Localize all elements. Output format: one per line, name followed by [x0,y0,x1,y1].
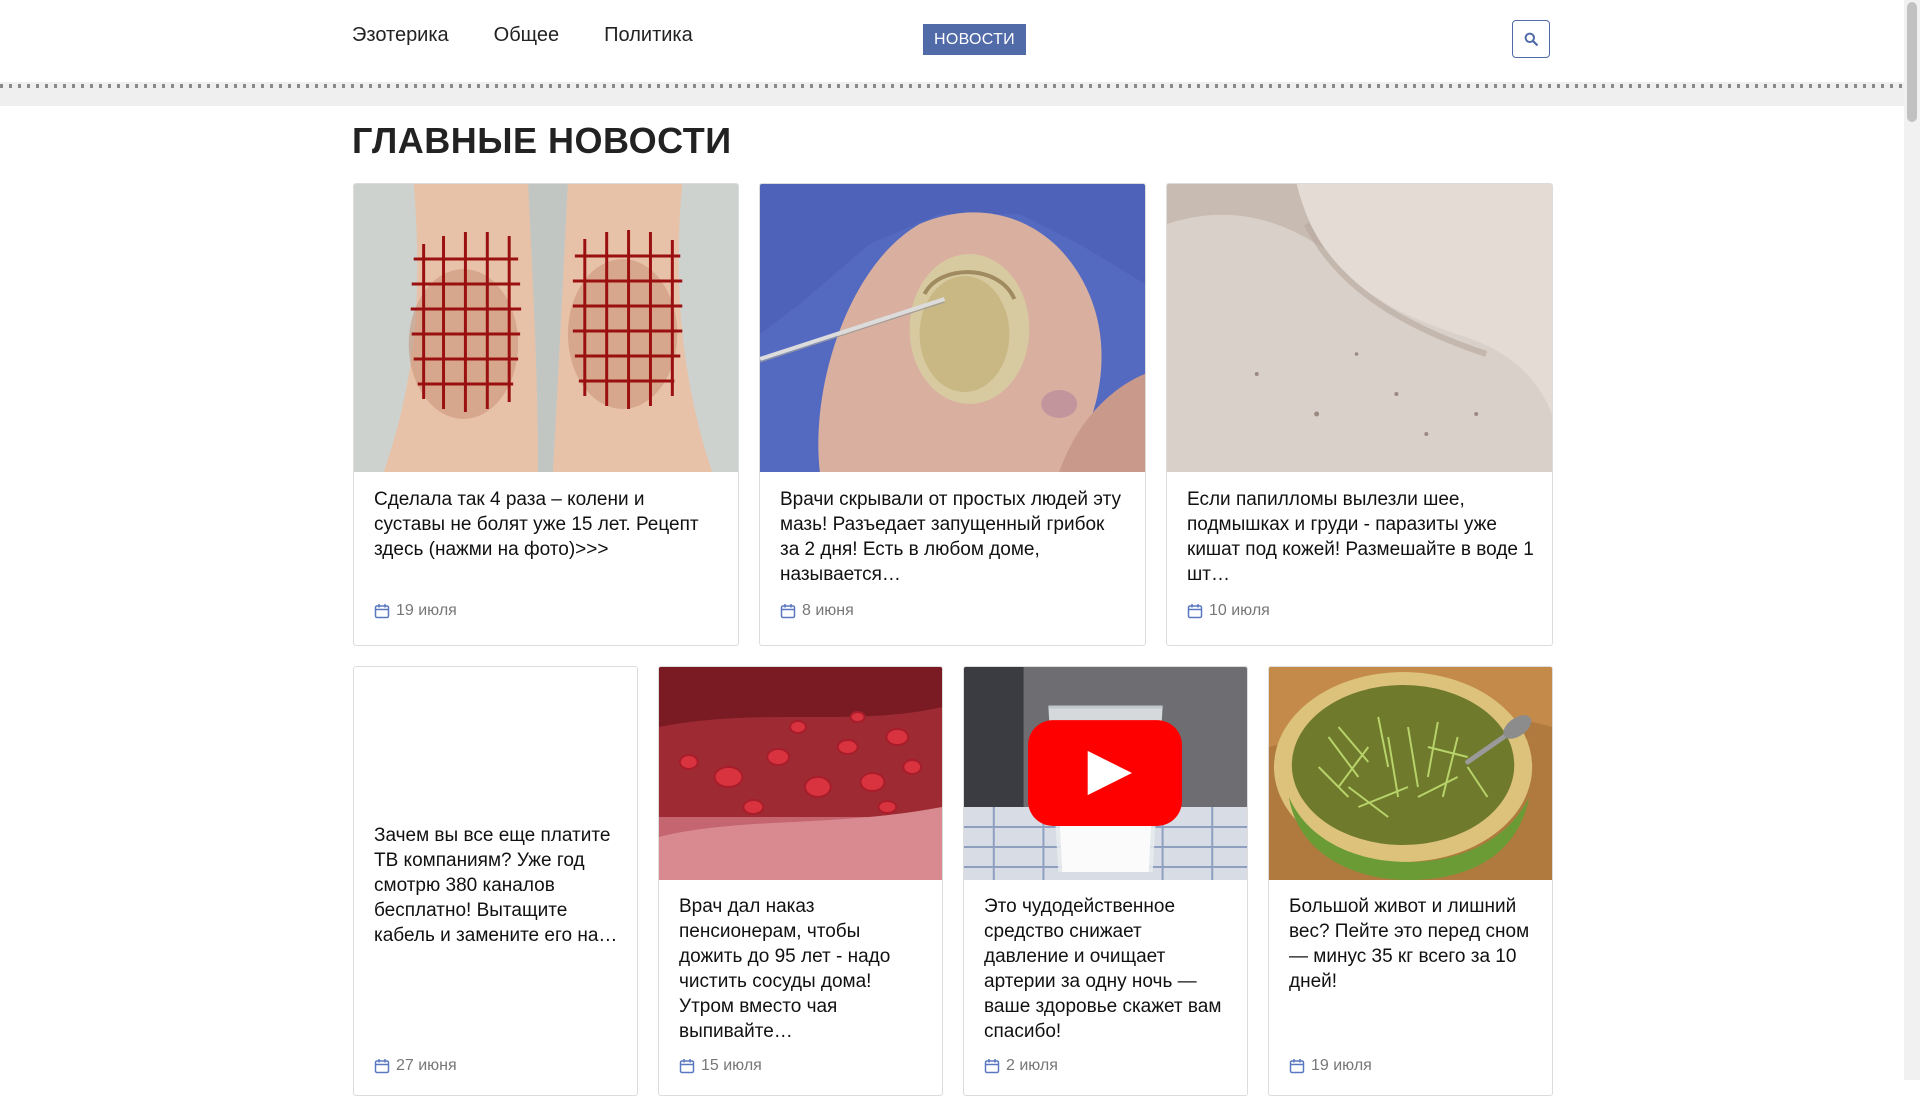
card-date-text: 19 июля [1311,1057,1372,1074]
card-title[interactable]: Это чудодейственное средство снижает дав… [984,894,1229,1044]
card-date: 19 июля [1289,1057,1372,1075]
calendar-icon [984,1059,1000,1074]
card-title[interactable]: Зачем вы все еще платите ТВ компаниям? У… [374,823,619,948]
card-title[interactable]: Сделала так 4 раза – колени и суставы не… [374,487,720,562]
header-divider [0,82,1904,106]
page-scrollbar[interactable] [1904,0,1920,1080]
page-title: ГЛАВНЫЕ НОВОСТИ [352,120,732,161]
card-date-text: 15 июля [701,1057,762,1074]
card-image-glass[interactable] [964,667,1247,880]
nav-item-esoterics[interactable]: Эзотерика [352,24,449,47]
news-card[interactable]: Зачем вы все еще платите ТВ компаниям? У… [353,666,638,1096]
calendar-icon [1289,1059,1305,1074]
youtube-play-icon[interactable] [1028,720,1182,826]
nav-item-general[interactable]: Общее [494,24,560,47]
news-card[interactable]: Это чудодейственное средство снижает дав… [963,666,1248,1096]
calendar-icon [1187,604,1203,619]
card-date: 10 июля [1187,602,1270,620]
news-card[interactable]: Большой живот и лишний вес? Пейте это пе… [1268,666,1553,1096]
card-image-skin[interactable] [1167,184,1552,472]
card-date-text: 2 июля [1006,1057,1058,1074]
card-date-text: 8 июня [802,602,854,619]
calendar-icon [780,604,796,619]
calendar-icon [679,1059,695,1074]
card-date-text: 27 июня [396,1057,457,1074]
card-image-blank[interactable] [354,667,637,812]
card-date-text: 10 июля [1209,602,1270,619]
card-date: 8 июня [780,602,854,620]
scrollbar-thumb[interactable] [1907,2,1917,122]
news-button[interactable]: НОВОСТИ [923,24,1026,55]
main-nav: Эзотерика Общее Политика [352,24,693,47]
card-date: 19 июля [374,602,457,620]
news-card[interactable]: Если папилломы вылезли шее, подмышках и … [1166,183,1553,646]
card-title[interactable]: Врач дал наказ пенсионерам, чтобы дожить… [679,894,924,1044]
card-date-text: 19 июля [396,602,457,619]
card-date: 27 июня [374,1057,457,1075]
card-date: 2 июля [984,1057,1058,1075]
calendar-icon [374,604,390,619]
card-image-blood-cells[interactable] [659,667,942,880]
calendar-icon [374,1059,390,1074]
card-title[interactable]: Врачи скрывали от простых людей эту мазь… [780,487,1127,587]
search-icon [1524,32,1538,46]
news-card[interactable]: Сделала так 4 раза – колени и суставы не… [353,183,739,646]
card-title[interactable]: Если папилломы вылезли шее, подмышках и … [1187,487,1534,587]
news-card[interactable]: Врач дал наказ пенсионерам, чтобы дожить… [658,666,943,1096]
news-card[interactable]: Врачи скрывали от простых людей эту мазь… [759,183,1146,646]
card-image-toenail[interactable] [760,184,1145,472]
card-title[interactable]: Большой живот и лишний вес? Пейте это пе… [1289,894,1534,994]
card-date: 15 июля [679,1057,762,1075]
site-header: Эзотерика Общее Политика НОВОСТИ [0,0,1904,106]
card-image-pine-tea[interactable] [1269,667,1552,880]
nav-item-politics[interactable]: Политика [604,24,693,47]
card-image-knees[interactable] [354,184,738,472]
search-button[interactable] [1512,20,1550,58]
